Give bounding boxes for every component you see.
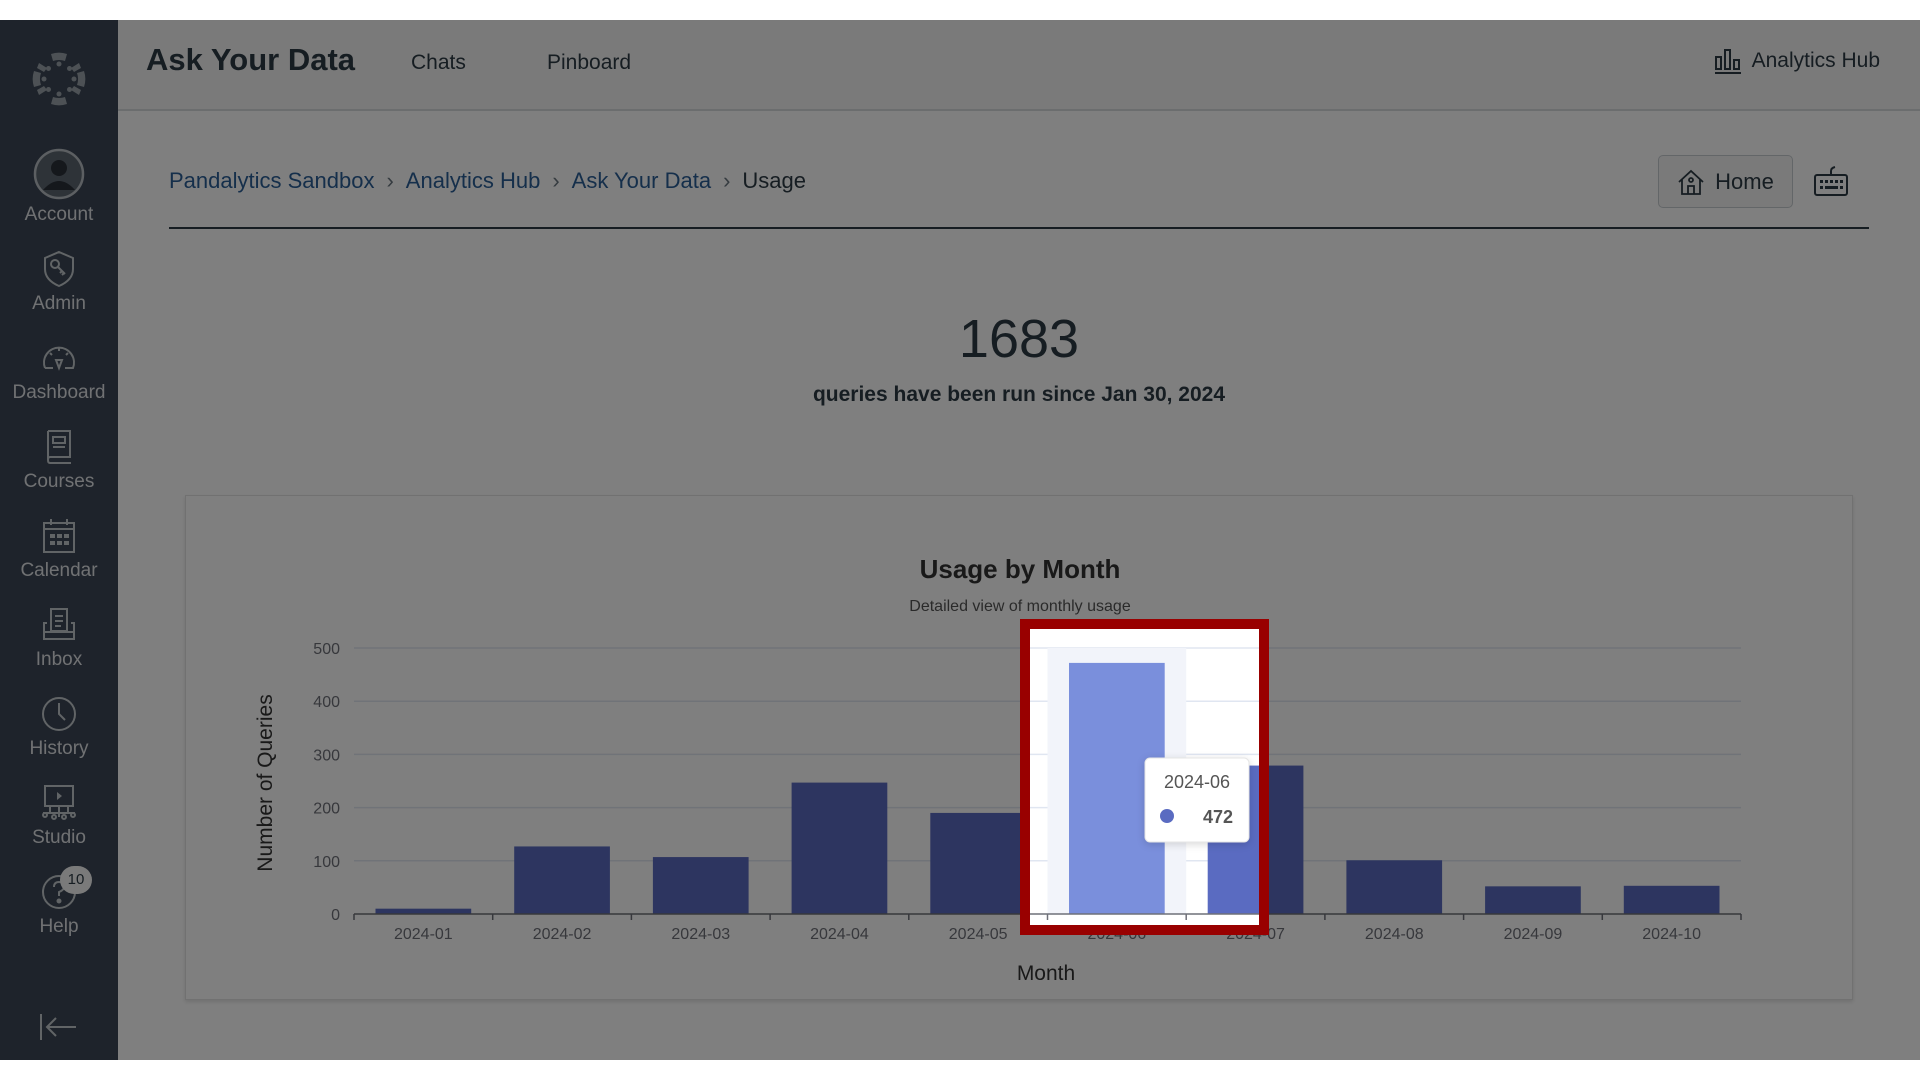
y-tick-label: 200: [313, 801, 340, 818]
bar-2024-08[interactable]: [1346, 860, 1443, 914]
collapse-sidebar-icon[interactable]: [38, 1012, 78, 1042]
x-tick-label: 2024-08: [1365, 926, 1424, 943]
chevron-right-icon: ›: [552, 168, 560, 193]
x-tick-label: 2024-05: [949, 926, 1008, 943]
x-axis-label: Month: [1017, 962, 1075, 985]
sidebar-item-account[interactable]: Account: [0, 148, 118, 226]
tooltip-value: 472: [1203, 807, 1233, 827]
x-tick-label: 2024-01: [394, 926, 453, 943]
bar-2024-05[interactable]: [930, 812, 1027, 914]
chevron-right-icon: ›: [386, 168, 394, 193]
x-tick-label: 2024-07: [1226, 926, 1285, 943]
sidebar-item-label: Courses: [23, 471, 95, 492]
home-icon: [1678, 169, 1704, 195]
calendar-icon: [43, 519, 75, 553]
x-tick-label: 2024-04: [810, 926, 869, 943]
sidebar-item-inbox[interactable]: Inbox: [0, 605, 118, 671]
studio-icon: [42, 785, 76, 820]
sidebar-item-history[interactable]: History: [0, 694, 118, 760]
analytics-hub-link[interactable]: Analytics Hub: [1714, 48, 1880, 74]
sidebar-item-label: Help: [39, 916, 79, 937]
breadcrumb-divider: [169, 227, 1869, 229]
tooltip-label: 2024-06: [1164, 772, 1230, 792]
total-queries-caption: queries have been run since Jan 30, 2024: [812, 383, 1226, 406]
sidebar-item-help[interactable]: 10 Help: [0, 866, 118, 938]
x-tick-label: 2024-02: [533, 926, 592, 943]
x-tick-label: 2024-03: [671, 926, 730, 943]
sidebar-item-label: Account: [24, 204, 94, 225]
total-queries-count: 1683: [958, 309, 1080, 369]
avatar-icon: [33, 148, 85, 200]
nav-link-pinboard[interactable]: Pinboard: [547, 51, 631, 75]
breadcrumb-link[interactable]: Ask Your Data: [572, 168, 711, 194]
bar-chart-icon: [1714, 49, 1741, 74]
chevron-right-icon: ›: [723, 168, 731, 193]
app-title: Ask Your Data: [146, 42, 356, 77]
bar-2024-03[interactable]: [652, 857, 749, 914]
sidebar-item-admin[interactable]: Admin: [0, 249, 118, 315]
app-window: Account Admin Dashboard Courses Calendar…: [0, 20, 1920, 1060]
chart-title: Usage by Month: [920, 554, 1121, 584]
breadcrumb-link[interactable]: Pandalytics Sandbox: [169, 168, 374, 194]
y-tick-label: 400: [313, 694, 340, 711]
breadcrumb-link[interactable]: Analytics Hub: [406, 168, 541, 194]
keyboard-shortcuts-icon[interactable]: [1813, 164, 1849, 198]
usage-by-month-chart: Usage by Month Detailed view of monthly …: [254, 554, 1742, 985]
inbox-icon: [43, 608, 75, 640]
y-tick-label: 500: [313, 641, 340, 658]
bar-2024-02[interactable]: [514, 846, 610, 914]
sidebar-item-calendar[interactable]: Calendar: [0, 516, 118, 582]
bar-2024-04[interactable]: [791, 782, 888, 914]
bar-2024-01[interactable]: [375, 908, 472, 914]
shield-key-icon: [44, 250, 74, 288]
sidebar-item-label: Calendar: [20, 560, 98, 581]
canvas-logo-icon[interactable]: [29, 49, 89, 109]
analytics-hub-label: Analytics Hub: [1751, 49, 1880, 72]
nav-link-chats[interactable]: Chats: [411, 51, 466, 75]
usage-chart-card: Usage by Month Detailed view of monthly …: [185, 495, 1853, 1000]
home-button-label: Home: [1715, 168, 1774, 194]
bar-2024-10[interactable]: [1623, 885, 1720, 914]
y-tick-label: 0: [331, 907, 340, 924]
chart-tooltip: 2024-06 472: [1144, 757, 1250, 843]
chart-subtitle: Detailed view of monthly usage: [909, 598, 1131, 615]
breadcrumb: Pandalytics Sandbox › Analytics Hub › As…: [169, 168, 806, 194]
y-axis-label: Number of Queries: [254, 694, 277, 871]
sidebar-item-label: Studio: [32, 827, 86, 848]
breadcrumb-current: Usage: [742, 168, 806, 193]
sidebar-item-label: History: [29, 738, 89, 759]
tooltip-series-dot: [1160, 809, 1174, 823]
book-icon: [46, 430, 71, 464]
y-tick-label: 300: [313, 747, 340, 764]
x-tick-label: 2024-06: [1087, 926, 1146, 943]
global-nav-sidebar: Account Admin Dashboard Courses Calendar…: [0, 20, 118, 1060]
sidebar-item-courses[interactable]: Courses: [0, 427, 118, 493]
x-tick-label: 2024-10: [1642, 926, 1701, 943]
sidebar-item-studio[interactable]: Studio: [0, 783, 118, 849]
home-button[interactable]: Home: [1658, 155, 1793, 208]
x-tick-label: 2024-09: [1504, 926, 1563, 943]
y-tick-label: 100: [313, 854, 340, 871]
help-notification-badge: 10: [60, 866, 92, 894]
top-header: Ask Your Data Chats Pinboard Analytics H…: [118, 20, 1920, 111]
sidebar-item-label: Inbox: [35, 649, 83, 670]
clock-icon: [42, 697, 76, 731]
bar-2024-09[interactable]: [1485, 886, 1581, 914]
